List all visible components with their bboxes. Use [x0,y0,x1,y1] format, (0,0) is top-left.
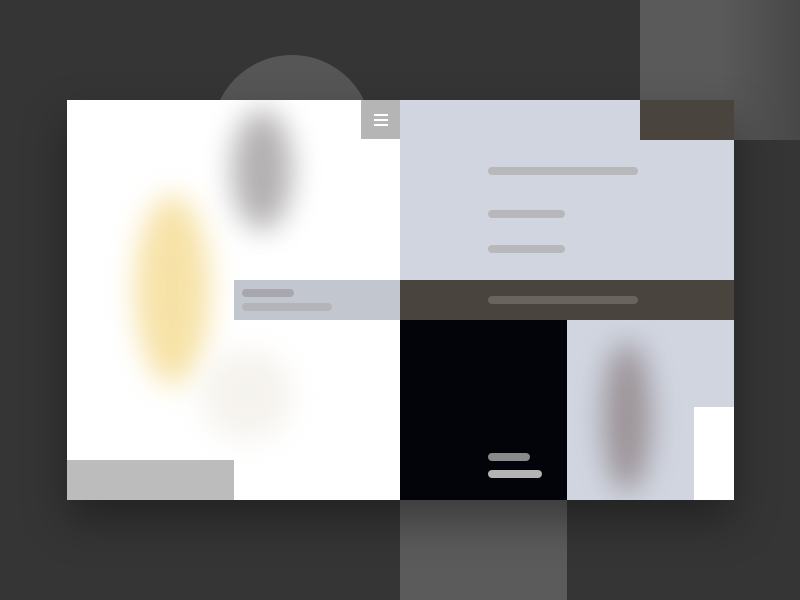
right-placeholder-line-2 [488,210,565,218]
top-right-accent-block [640,100,734,140]
right-info-strip [400,280,734,320]
blurred-brown-shape [603,342,651,492]
screen-canvas [0,0,800,600]
dark-block-placeholder-line-2 [488,470,542,478]
background-block-bottom-center [400,500,567,600]
left-info-strip [234,280,400,320]
bottom-right-white-block [694,407,734,500]
menu-button[interactable] [361,100,400,139]
left-strip-placeholder-line-1 [242,289,294,297]
right-strip-placeholder-line [488,296,638,304]
left-strip-placeholder-line-2 [242,303,332,311]
left-panel [67,100,400,500]
blurred-yellow-shape [135,195,210,385]
blurred-gray-shape [232,110,292,230]
right-placeholder-line-1 [488,167,638,175]
hamburger-icon [373,113,388,126]
bottom-dark-block [400,320,567,500]
dark-block-placeholder-line-1 [488,453,530,461]
main-card [67,100,734,500]
right-placeholder-line-3 [488,245,565,253]
blurred-cream-shape [202,350,292,440]
bottom-left-gray-block [67,460,234,500]
